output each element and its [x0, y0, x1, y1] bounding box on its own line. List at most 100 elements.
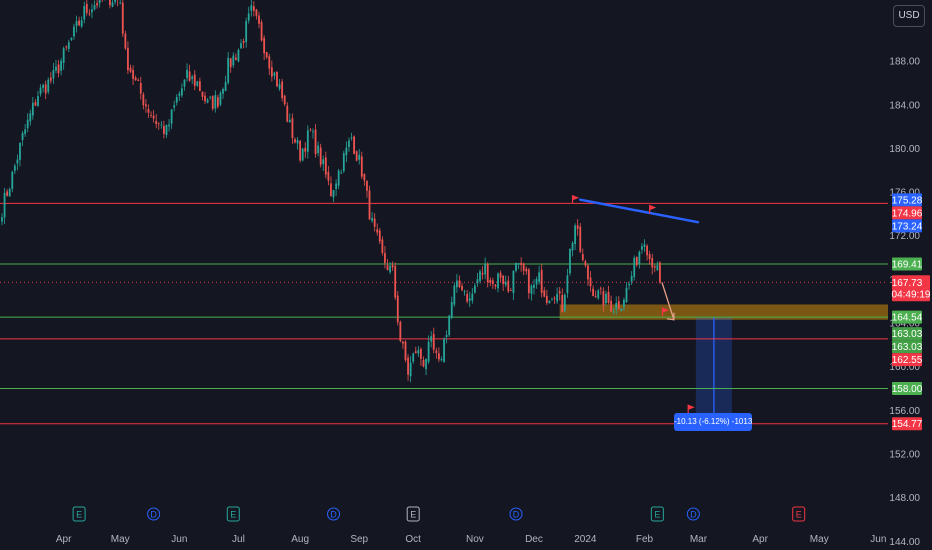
currency-button[interactable]: USD [893, 5, 925, 27]
candle-body [453, 285, 456, 305]
candle-body [659, 262, 661, 283]
candle-body [296, 140, 299, 144]
price-tag: 173.24 [892, 219, 923, 233]
time-tick-label: Apr [752, 534, 768, 545]
candle-body [47, 79, 50, 92]
price-tag: 162.55 [892, 353, 923, 367]
event-marker[interactable]: D [509, 507, 523, 521]
candle-body [520, 262, 523, 265]
price-tick-label: 180.00 [889, 144, 920, 155]
candle-body [556, 293, 559, 302]
candle-body [594, 295, 597, 297]
candle-body [407, 357, 409, 375]
candle-body [301, 148, 304, 161]
candle-body [486, 263, 489, 283]
price-tick-label: 156.00 [889, 406, 920, 417]
candle-body [85, 3, 88, 13]
candle-body [234, 57, 237, 60]
candle-body [145, 104, 147, 107]
candle-body [630, 276, 633, 282]
candle-body [147, 109, 150, 113]
event-letter: E [654, 510, 660, 520]
candle-body [455, 280, 458, 288]
time-axis[interactable]: Apr May Jun Jul Aug Sep Oct Nov Dec 2024 Feb Mar Apr… [56, 534, 887, 545]
candle-body [268, 56, 271, 69]
candle-body [422, 360, 425, 367]
candle-body [37, 96, 39, 106]
candle-body [270, 67, 273, 77]
time-tick-label: Apr [56, 534, 72, 545]
time-tick-label: Jun [870, 534, 886, 545]
candle-body [440, 359, 443, 361]
candle-body [499, 272, 502, 278]
candle-body [471, 293, 474, 301]
price-chart[interactable]: E D E D E D E D E 188.00184.00180.00176.00172.00… [0, 0, 932, 550]
candle-body [612, 311, 615, 313]
candle-body [643, 244, 646, 247]
candle-body [525, 268, 528, 272]
event-marker[interactable]: D [686, 507, 700, 521]
event-marker[interactable]: E [650, 506, 664, 522]
candle-body [186, 69, 188, 78]
candle-body [250, 5, 253, 11]
time-tick-label: Feb [636, 534, 654, 545]
price-axis[interactable]: 188.00184.00180.00176.00172.00168.00164.… [888, 0, 932, 550]
candle-body [353, 136, 355, 154]
time-tick-label: Nov [466, 534, 484, 545]
candle-body [443, 338, 445, 362]
candle-body [129, 67, 132, 72]
event-marker[interactable]: D [327, 507, 341, 521]
candle-body [602, 291, 605, 306]
candle-body [435, 350, 438, 353]
candle-body [70, 37, 73, 40]
candle-body [173, 105, 176, 108]
candle-body [55, 66, 57, 71]
event-marker[interactable]: E [406, 506, 420, 522]
countdown-label: 04:49:19 [892, 289, 931, 300]
time-tick-label: Jun [171, 534, 187, 545]
event-marker[interactable]: D [147, 507, 161, 521]
candle-body [345, 147, 348, 156]
candle-body [96, 3, 98, 6]
candle-body [548, 300, 551, 304]
price-tag: 158.00 [892, 381, 923, 395]
candle-body [494, 284, 497, 287]
candle-body [178, 93, 181, 96]
price-tick-label: 172.00 [889, 231, 920, 242]
event-marker[interactable]: E [226, 506, 240, 522]
candle-body [258, 15, 260, 24]
candle-body [222, 88, 224, 94]
candle-body [589, 277, 592, 287]
candle-body [576, 225, 579, 229]
current-price-tag: 167.7304:49:19 [892, 275, 931, 302]
candle-body [49, 77, 52, 81]
candle-body [165, 124, 168, 135]
candle-body [417, 350, 420, 354]
price-tick-label: 188.00 [889, 57, 920, 68]
candle-body [255, 9, 258, 16]
candle-body [340, 172, 343, 174]
candle-body [322, 159, 325, 165]
event-marker[interactable]: E [792, 506, 806, 522]
price-tick-label: 148.00 [889, 493, 920, 504]
candle-body [16, 159, 19, 164]
candle-body [448, 315, 451, 336]
candle-body [127, 47, 129, 71]
candle-body [502, 275, 505, 284]
candle-body [571, 242, 574, 251]
candle-body [183, 79, 186, 87]
candle-body [42, 84, 45, 88]
candle-body [378, 230, 381, 242]
candle-body [65, 46, 68, 48]
candle-body [57, 64, 60, 74]
candle-body [438, 353, 440, 360]
candle-body [170, 109, 173, 124]
candle-body [8, 188, 11, 197]
candle-body [80, 20, 83, 27]
price-tag-label: 173.24 [892, 221, 923, 232]
candle-body [163, 125, 165, 134]
event-marker[interactable]: E [72, 506, 86, 522]
price-tag-label: 174.96 [892, 208, 923, 219]
candle-body [111, 2, 114, 7]
candle-body [587, 265, 589, 280]
